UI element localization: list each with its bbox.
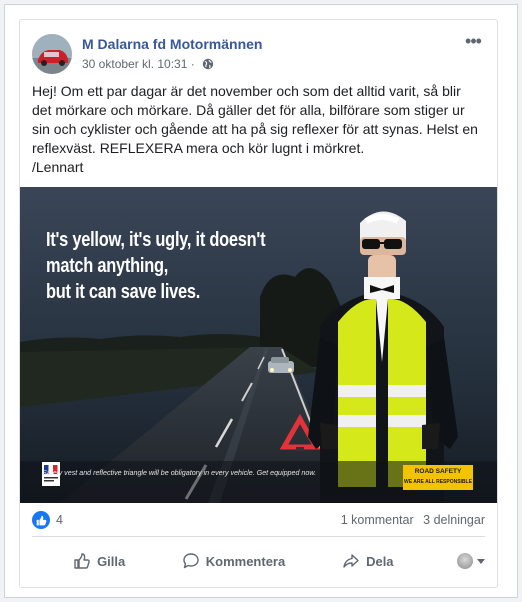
like-reaction-icon[interactable]: [32, 511, 50, 529]
post-image[interactable]: It's yellow, it's ugly, it doesn't match…: [20, 187, 497, 503]
comment-button-label: Kommentera: [205, 553, 286, 569]
facebook-post: M Dalarna fd Motormännen 30 oktober kl. …: [19, 19, 498, 588]
badge-line2: WE ARE ALL RESPONSIBLE: [404, 479, 472, 485]
post-actions-bar: Gilla Kommentera Dela: [32, 541, 485, 581]
more-options-icon[interactable]: •••: [461, 32, 485, 54]
post-header: M Dalarna fd Motormännen 30 oktober kl. …: [32, 32, 485, 76]
ad-headline: It's yellow, it's ugly, it doesn't match…: [46, 227, 308, 305]
road-safety-badge: ROAD SAFETY WE ARE ALL RESPONSIBLE: [403, 465, 473, 490]
engagement-stats: 4 1 kommentar 3 delningar: [32, 510, 485, 532]
post-text: Hej! Om ett par dagar är det november oc…: [32, 82, 484, 177]
page-name-link[interactable]: M Dalarna fd Motormännen: [82, 36, 262, 52]
page-avatar[interactable]: [32, 34, 72, 74]
post-body: Hej! Om ett par dagar är det november oc…: [32, 83, 478, 156]
post-meta: 30 oktober kl. 10:31 ·: [82, 57, 214, 73]
comment-button[interactable]: Kommentera: [166, 544, 300, 578]
share-arrow-icon: [343, 554, 359, 568]
ad-headline-line2: but it can save lives.: [46, 281, 201, 303]
ad-headline-line1: It's yellow, it's ugly, it doesn't match…: [46, 229, 266, 277]
share-button[interactable]: Dela: [301, 544, 435, 578]
caret-down-icon: [476, 558, 485, 564]
globe-icon[interactable]: [202, 58, 214, 73]
share-count-link[interactable]: 3 delningar: [423, 513, 485, 527]
post-signature: /Lennart: [32, 159, 84, 175]
thumbs-up-icon: [74, 553, 90, 569]
badge-line1: ROAD SAFETY: [414, 468, 462, 475]
actions-divider: [32, 536, 485, 537]
comment-count-link[interactable]: 1 kommentar: [341, 513, 414, 527]
post-timestamp[interactable]: 30 oktober kl. 10:31 ·: [82, 57, 195, 71]
like-button[interactable]: Gilla: [32, 544, 166, 578]
like-button-label: Gilla: [97, 553, 126, 569]
comment-icon: [183, 553, 199, 569]
like-count[interactable]: 4: [56, 513, 63, 527]
audience-selector[interactable]: [435, 553, 485, 569]
user-avatar-mini: [456, 553, 473, 569]
comment-share-counts: 1 kommentar 3 delningar: [335, 513, 485, 527]
ad-footer-text: Safety vest and reflective triangle will…: [42, 468, 317, 477]
share-button-label: Dela: [366, 553, 394, 569]
